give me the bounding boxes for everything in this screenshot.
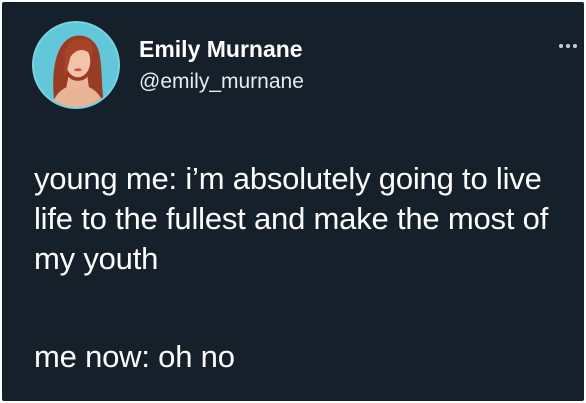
tweet-text: young me: i’m absolutely going to live l… (34, 161, 549, 276)
avatar[interactable] (32, 21, 120, 109)
more-dot (566, 44, 570, 48)
avatar-image (34, 23, 118, 107)
user-handle[interactable]: @emily_murnane (139, 69, 304, 95)
more-dot (559, 44, 563, 48)
more-dot (573, 44, 577, 48)
tweet-text-second-paragraph: me now: oh no (34, 339, 235, 374)
tweet-card: Emily Murnane @emily_murnane young me: i… (2, 2, 584, 401)
display-name[interactable]: Emily Murnane (139, 35, 303, 63)
more-options-icon[interactable] (554, 38, 582, 54)
